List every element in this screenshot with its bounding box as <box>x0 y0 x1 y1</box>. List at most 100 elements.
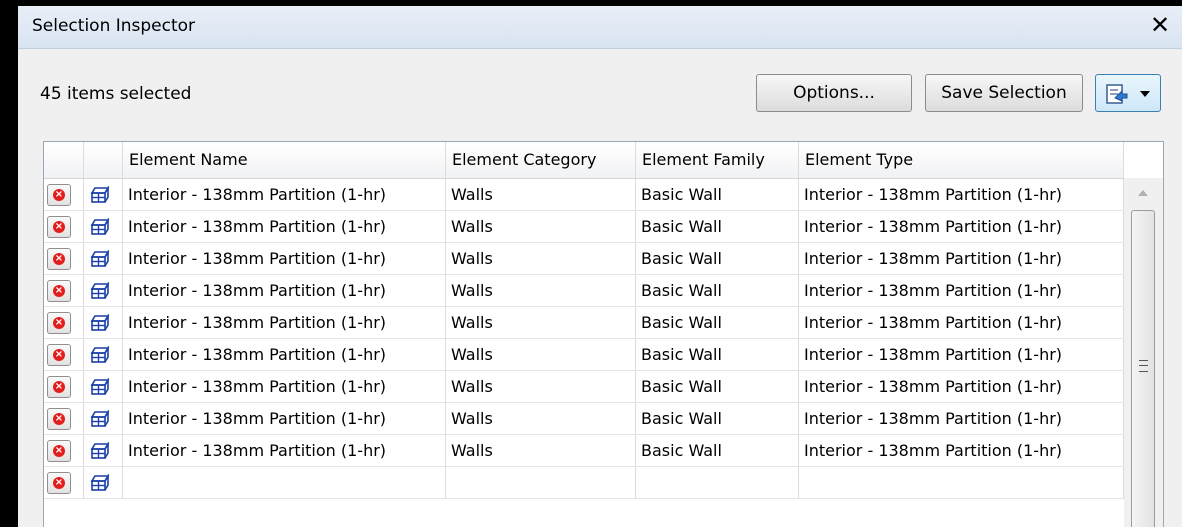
cell-element-family[interactable]: Basic Wall <box>636 211 799 242</box>
wall-element-icon[interactable] <box>90 378 110 396</box>
remove-from-selection-button[interactable]: × <box>47 280 71 302</box>
remove-cell: × <box>44 435 84 466</box>
table-row[interactable]: × Interior - 138mm Partition (1-hr) Walls B… <box>44 435 1124 467</box>
cell-element-name[interactable]: Interior - 138mm Partition (1-hr) <box>123 435 446 466</box>
cell-element-type[interactable]: Interior - 138mm Partition (1-hr) <box>799 307 1124 338</box>
selection-count: 45 items selected <box>40 84 192 104</box>
cell-element-name[interactable] <box>123 467 446 498</box>
cell-element-name[interactable]: Interior - 138mm Partition (1-hr) <box>123 211 446 242</box>
cell-element-type[interactable]: Interior - 138mm Partition (1-hr) <box>799 435 1124 466</box>
cell-element-name[interactable]: Interior - 138mm Partition (1-hr) <box>123 339 446 370</box>
remove-cell: × <box>44 211 84 242</box>
cell-element-name[interactable]: Interior - 138mm Partition (1-hr) <box>123 371 446 402</box>
column-header-element-category[interactable]: Element Category <box>446 142 636 178</box>
wall-element-icon[interactable] <box>90 410 110 428</box>
wall-element-icon[interactable] <box>90 250 110 268</box>
remove-cell: × <box>44 403 84 434</box>
cell-element-name[interactable]: Interior - 138mm Partition (1-hr) <box>123 243 446 274</box>
wall-element-icon[interactable] <box>90 282 110 300</box>
column-header-element-type[interactable]: Element Type <box>799 142 1124 178</box>
close-icon[interactable]: ✕ <box>1146 10 1174 40</box>
table-row[interactable]: × <box>44 467 1124 499</box>
cell-element-family[interactable]: Basic Wall <box>636 307 799 338</box>
cell-element-category[interactable]: Walls <box>446 179 636 210</box>
cell-element-category[interactable]: Walls <box>446 339 636 370</box>
table-row[interactable]: × Interior - 138mm Partition (1-hr) Walls B… <box>44 371 1124 403</box>
remove-icon: × <box>53 477 65 489</box>
export-icon <box>1106 84 1128 104</box>
cell-element-family[interactable] <box>636 467 799 498</box>
export-dropdown-button[interactable] <box>1095 74 1161 112</box>
cell-element-category[interactable]: Walls <box>446 211 636 242</box>
cell-element-type[interactable]: Interior - 138mm Partition (1-hr) <box>799 211 1124 242</box>
cell-element-family[interactable]: Basic Wall <box>636 435 799 466</box>
icon-cell <box>84 179 123 210</box>
table-row[interactable]: × Interior - 138mm Partition (1-hr) Walls B… <box>44 211 1124 243</box>
remove-from-selection-button[interactable]: × <box>47 440 71 462</box>
table-row[interactable]: × Interior - 138mm Partition (1-hr) Walls B… <box>44 179 1124 211</box>
column-header-element-family[interactable]: Element Family <box>636 142 799 178</box>
vertical-scrollbar[interactable] <box>1124 178 1163 527</box>
table-row[interactable]: × Interior - 138mm Partition (1-hr) Walls B… <box>44 243 1124 275</box>
table-row[interactable]: × Interior - 138mm Partition (1-hr) Walls B… <box>44 275 1124 307</box>
wall-element-icon[interactable] <box>90 314 110 332</box>
cell-element-category[interactable]: Walls <box>446 371 636 402</box>
cell-element-family[interactable]: Basic Wall <box>636 371 799 402</box>
cell-element-name[interactable]: Interior - 138mm Partition (1-hr) <box>123 307 446 338</box>
wall-element-icon[interactable] <box>90 346 110 364</box>
cell-element-category[interactable]: Walls <box>446 403 636 434</box>
remove-from-selection-button[interactable]: × <box>47 312 71 334</box>
wall-element-icon[interactable] <box>90 474 110 492</box>
cell-element-category[interactable]: Walls <box>446 307 636 338</box>
cell-element-name[interactable]: Interior - 138mm Partition (1-hr) <box>123 179 446 210</box>
selection-table[interactable]: Element Name Element Category Element Fa… <box>43 141 1164 527</box>
cell-element-type[interactable]: Interior - 138mm Partition (1-hr) <box>799 179 1124 210</box>
remove-from-selection-button[interactable]: × <box>47 248 71 270</box>
cell-element-category[interactable]: Walls <box>446 435 636 466</box>
table-row[interactable]: × Interior - 138mm Partition (1-hr) Walls B… <box>44 307 1124 339</box>
scroll-up-icon[interactable] <box>1138 190 1148 196</box>
selection-inspector-window: Selection Inspector ✕ 45 items selected … <box>18 6 1182 527</box>
cell-element-category[interactable]: Walls <box>446 275 636 306</box>
remove-icon: × <box>53 445 65 457</box>
cell-element-name[interactable]: Interior - 138mm Partition (1-hr) <box>123 275 446 306</box>
cell-element-type[interactable]: Interior - 138mm Partition (1-hr) <box>799 275 1124 306</box>
cell-element-family[interactable]: Basic Wall <box>636 275 799 306</box>
table-row[interactable]: × Interior - 138mm Partition (1-hr) Walls B… <box>44 403 1124 435</box>
save-selection-button[interactable]: Save Selection <box>925 74 1083 112</box>
cell-element-family[interactable]: Basic Wall <box>636 179 799 210</box>
cell-element-type[interactable] <box>799 467 1124 498</box>
cell-element-type[interactable]: Interior - 138mm Partition (1-hr) <box>799 403 1124 434</box>
remove-from-selection-button[interactable]: × <box>47 216 71 238</box>
cell-element-family[interactable]: Basic Wall <box>636 403 799 434</box>
remove-from-selection-button[interactable]: × <box>47 472 71 494</box>
column-header-icon[interactable] <box>84 142 123 178</box>
title-bar[interactable]: Selection Inspector ✕ <box>18 6 1182 49</box>
remove-from-selection-button[interactable]: × <box>47 408 71 430</box>
table-row[interactable]: × Interior - 138mm Partition (1-hr) Walls B… <box>44 339 1124 371</box>
cell-element-category[interactable] <box>446 467 636 498</box>
wall-element-icon[interactable] <box>90 442 110 460</box>
cell-element-family[interactable]: Basic Wall <box>636 243 799 274</box>
wall-element-icon[interactable] <box>90 186 110 204</box>
remove-from-selection-button[interactable]: × <box>47 184 71 206</box>
remove-cell: × <box>44 371 84 402</box>
grip-icon <box>1139 360 1148 372</box>
options-button[interactable]: Options... <box>756 74 912 112</box>
remove-icon: × <box>53 189 65 201</box>
remove-icon: × <box>53 317 65 329</box>
wall-element-icon[interactable] <box>90 218 110 236</box>
remove-from-selection-button[interactable]: × <box>47 376 71 398</box>
column-header-element-name[interactable]: Element Name <box>123 142 446 178</box>
cell-element-family[interactable]: Basic Wall <box>636 339 799 370</box>
cell-element-type[interactable]: Interior - 138mm Partition (1-hr) <box>799 243 1124 274</box>
cell-element-type[interactable]: Interior - 138mm Partition (1-hr) <box>799 339 1124 370</box>
scrollbar-thumb[interactable] <box>1131 210 1155 527</box>
cell-element-category[interactable]: Walls <box>446 243 636 274</box>
remove-cell: × <box>44 467 84 498</box>
cell-element-name[interactable]: Interior - 138mm Partition (1-hr) <box>123 403 446 434</box>
remove-from-selection-button[interactable]: × <box>47 344 71 366</box>
icon-cell <box>84 467 123 498</box>
column-header-remove[interactable] <box>44 142 84 178</box>
cell-element-type[interactable]: Interior - 138mm Partition (1-hr) <box>799 371 1124 402</box>
